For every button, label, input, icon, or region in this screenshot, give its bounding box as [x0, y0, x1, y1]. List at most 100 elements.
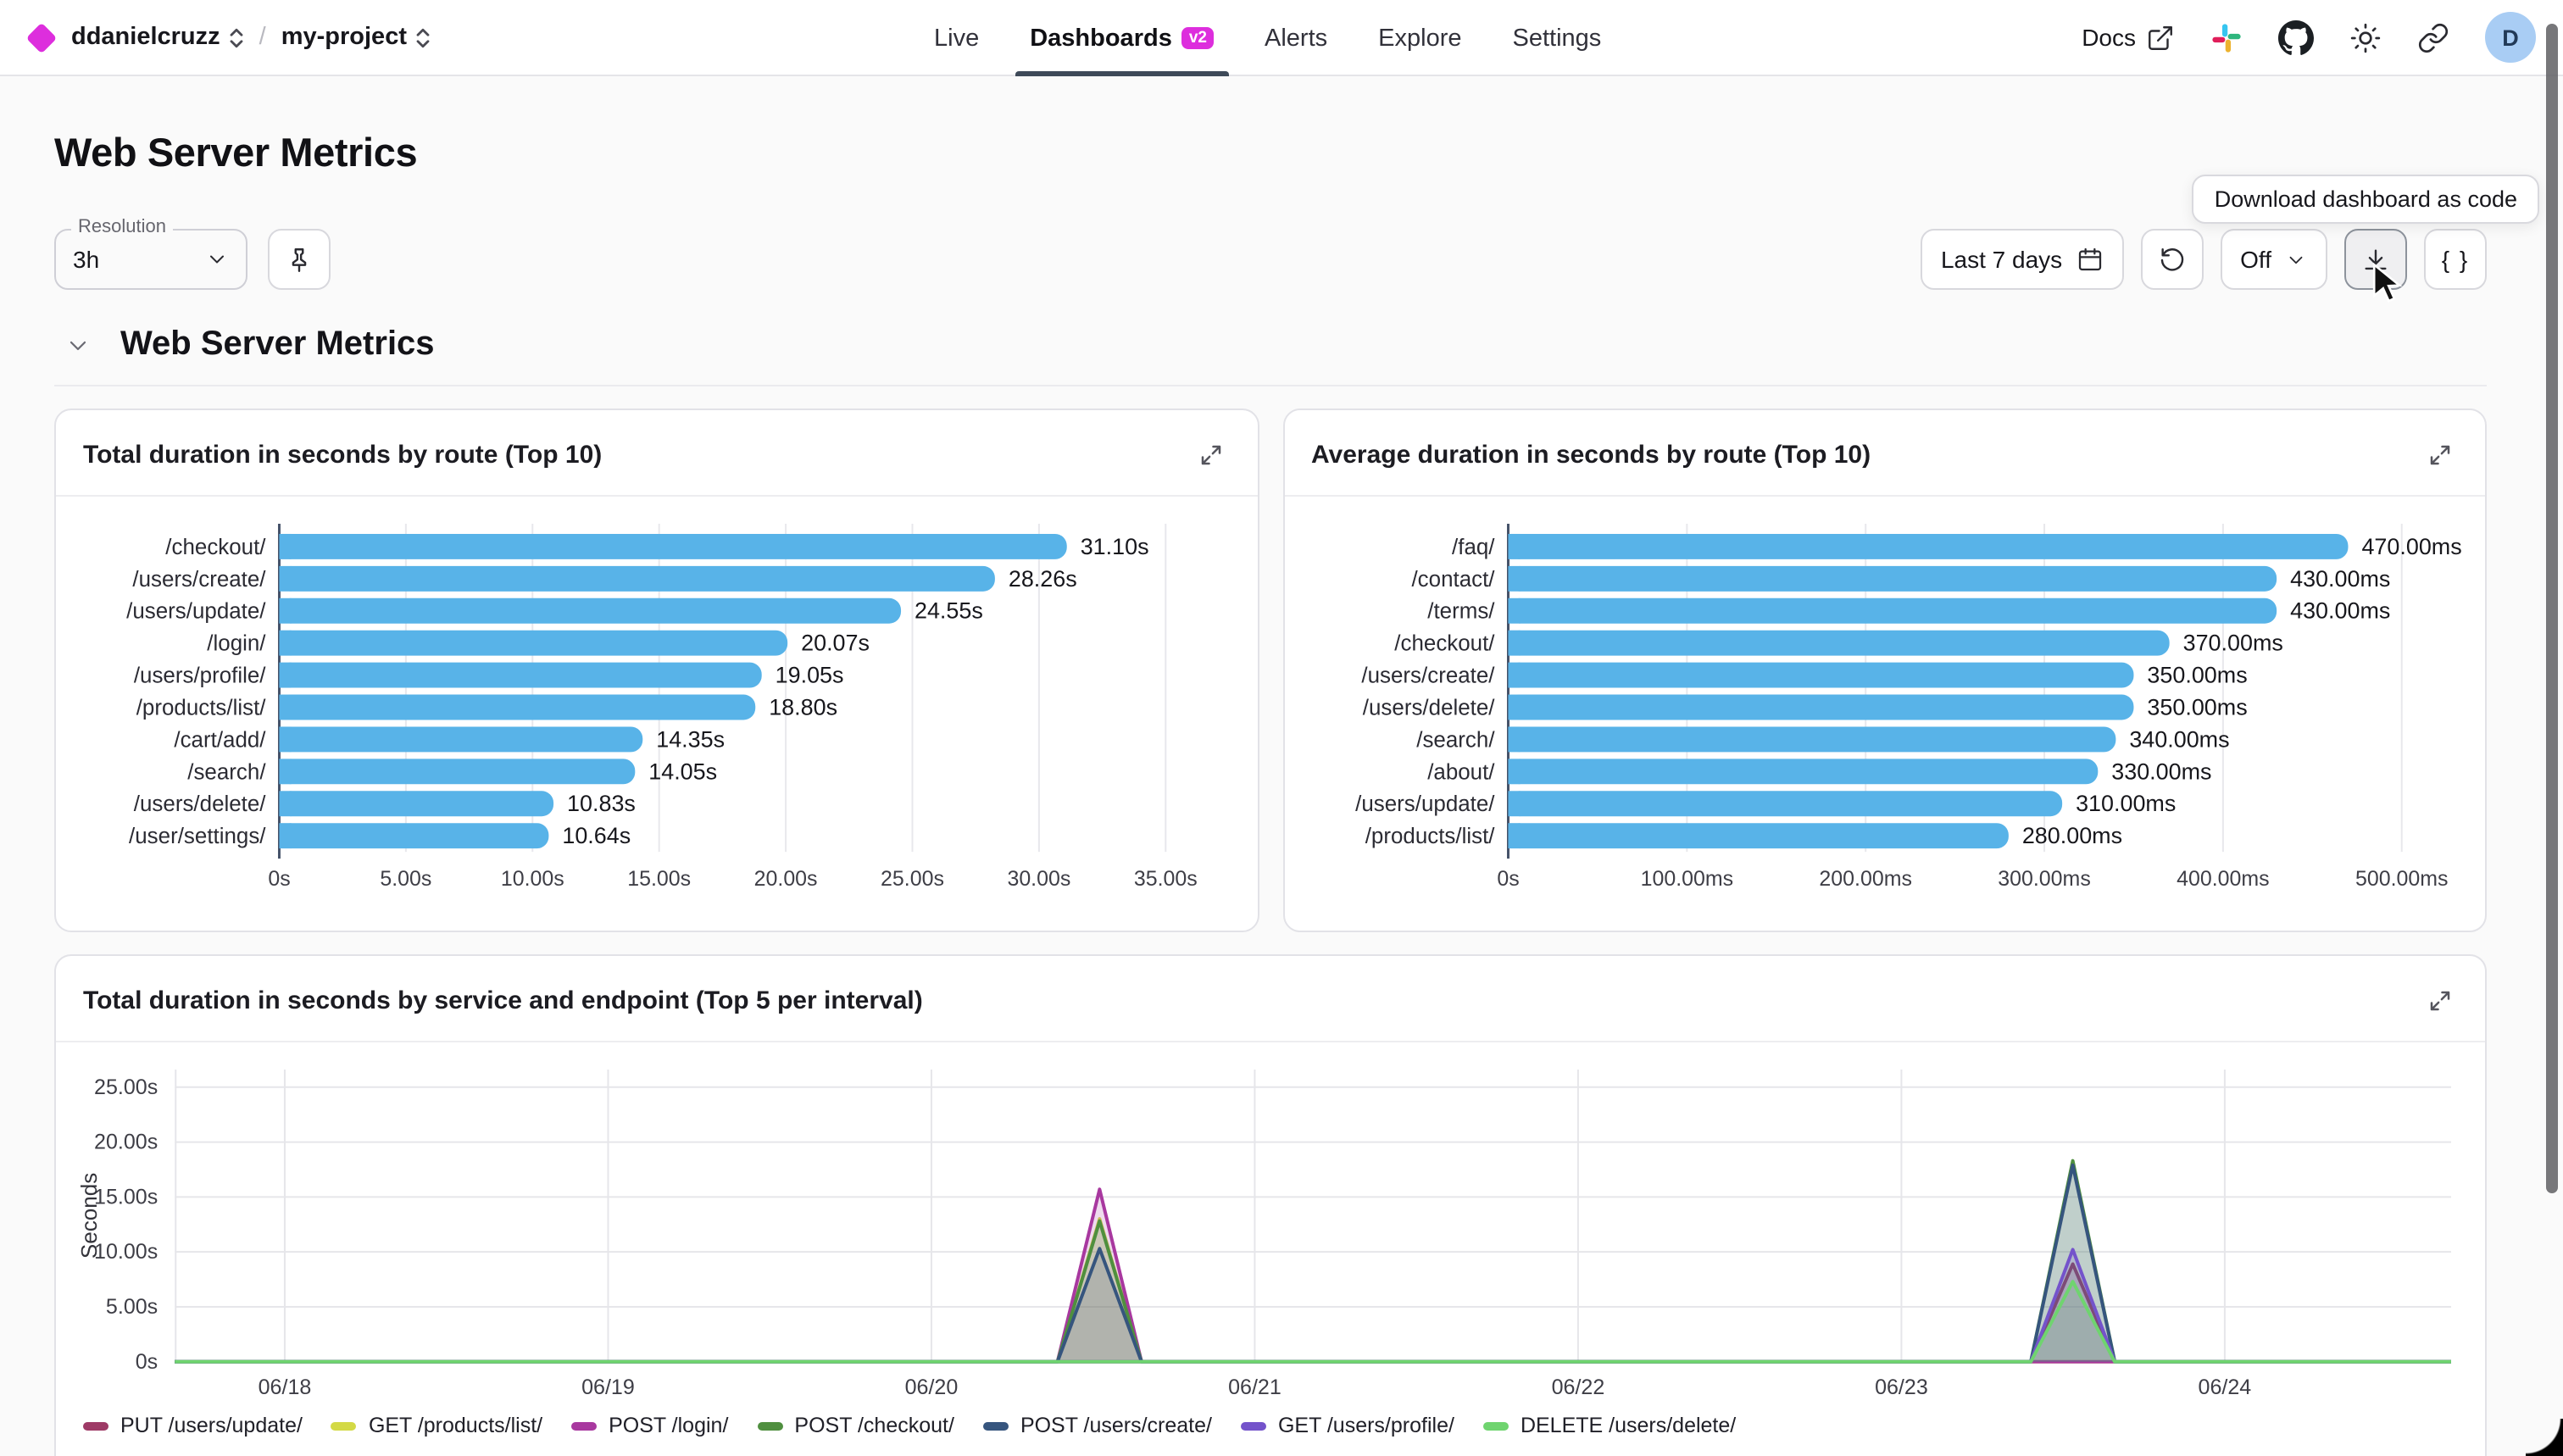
svg-text:/products/list/: /products/list/	[136, 696, 267, 720]
expand-icon	[1198, 442, 1224, 467]
svg-text:/products/list/: /products/list/	[1365, 825, 1495, 848]
panel-title: Average duration in seconds by route (To…	[1311, 440, 1871, 469]
legend-item[interactable]: POST /checkout/	[757, 1414, 954, 1438]
selector-caret-icon	[415, 26, 431, 48]
svg-text:20.07s: 20.07s	[801, 631, 870, 656]
svg-text:06/18: 06/18	[259, 1375, 312, 1399]
legend-item[interactable]: POST /users/create/	[983, 1414, 1212, 1438]
svg-text:14.35s: 14.35s	[656, 726, 725, 752]
tab-live[interactable]: Live	[915, 0, 998, 76]
svg-text:06/20: 06/20	[905, 1375, 959, 1399]
tab-settings[interactable]: Settings	[1494, 0, 1621, 76]
resolution-value: 3h	[73, 246, 99, 273]
tab-label: Live	[934, 25, 979, 52]
legend-item[interactable]: PUT /users/update/	[83, 1414, 303, 1438]
panel-total-duration-by-route: Total duration in seconds by route (Top …	[54, 408, 1259, 932]
brand-logo-icon	[26, 22, 58, 53]
area-chart-duration-timeline[interactable]: 0s5.00s10.00s15.00s20.00s25.00s06/1806/1…	[56, 1042, 2485, 1406]
legend-swatch	[1241, 1422, 1266, 1431]
expand-panel-button[interactable]	[2417, 978, 2461, 1022]
github-icon[interactable]	[2278, 19, 2314, 55]
svg-text:/users/create/: /users/create/	[132, 568, 266, 592]
legend-swatch	[571, 1422, 597, 1431]
topbar: ddanielcruzz / my-project Live Dashboards…	[0, 0, 2563, 76]
legend-label: GET /users/profile/	[1278, 1414, 1454, 1438]
tab-explore[interactable]: Explore	[1359, 0, 1480, 76]
download-dashboard-button[interactable]	[2344, 229, 2407, 290]
share-link-icon[interactable]	[2417, 21, 2449, 53]
legend-label: POST /login/	[609, 1414, 728, 1438]
legend-item[interactable]: GET /products/list/	[331, 1414, 542, 1438]
project-switcher[interactable]: my-project	[281, 24, 431, 51]
theme-sun-icon[interactable]	[2349, 21, 2382, 53]
tab-alerts[interactable]: Alerts	[1246, 0, 1346, 76]
svg-text:10.00s: 10.00s	[501, 867, 564, 891]
legend-label: GET /products/list/	[369, 1414, 542, 1438]
svg-text:10.00s: 10.00s	[94, 1240, 158, 1264]
legend-item[interactable]: POST /login/	[571, 1414, 728, 1438]
resolution-label: Resolution	[71, 217, 173, 237]
vertical-scrollbar[interactable]	[2546, 24, 2558, 1193]
svg-text:/users/create/: /users/create/	[1360, 664, 1494, 688]
dashboard-page: Web Server Metrics Resolution 3h Last 7 …	[0, 131, 2563, 1456]
time-range-value: Last 7 days	[1941, 246, 2062, 273]
svg-text:15.00s: 15.00s	[627, 867, 691, 891]
svg-text:500.00ms: 500.00ms	[2355, 867, 2448, 891]
svg-text:/login/: /login/	[207, 632, 266, 656]
tab-label: Dashboards	[1030, 25, 1172, 52]
controls-row: Resolution 3h Last 7 days Off	[54, 229, 2487, 290]
svg-text:/users/delete/: /users/delete/	[134, 792, 267, 816]
expand-icon	[2427, 987, 2452, 1013]
docs-link[interactable]: Docs	[2082, 23, 2175, 52]
svg-text:/about/: /about/	[1426, 760, 1494, 784]
svg-text:0s: 0s	[1496, 867, 1518, 891]
svg-text:28.26s: 28.26s	[1009, 566, 1077, 592]
braces-label: { }	[2442, 246, 2470, 273]
svg-text:/checkout/: /checkout/	[1393, 632, 1494, 656]
view-code-button[interactable]: { }	[2424, 229, 2487, 290]
bar-chart-average-duration[interactable]: 0s100.00ms200.00ms300.00ms400.00ms500.00…	[1284, 497, 2485, 899]
topbar-actions: Docs D	[2082, 12, 2536, 63]
svg-text:470.00ms: 470.00ms	[2360, 534, 2460, 559]
legend-swatch	[1483, 1422, 1509, 1431]
svg-text:30.00s: 30.00s	[1007, 867, 1070, 891]
refresh-button[interactable]	[2140, 229, 2203, 290]
svg-text:06/19: 06/19	[581, 1375, 635, 1399]
resolution-select[interactable]: Resolution 3h	[54, 229, 247, 290]
user-avatar[interactable]: D	[2485, 12, 2536, 63]
section-header[interactable]: Web Server Metrics	[54, 325, 2487, 386]
svg-text:300.00ms: 300.00ms	[1997, 867, 2090, 891]
svg-text:06/22: 06/22	[1552, 1375, 1605, 1399]
svg-text:18.80s: 18.80s	[769, 694, 837, 720]
time-range-button[interactable]: Last 7 days	[1921, 229, 2123, 290]
legend-item[interactable]: DELETE /users/delete/	[1483, 1414, 1736, 1438]
svg-text:5.00s: 5.00s	[380, 867, 431, 891]
svg-text:/users/update/: /users/update/	[126, 600, 266, 624]
chevron-down-icon	[2285, 248, 2307, 270]
breadcrumb: ddanielcruzz / my-project	[24, 24, 431, 51]
chevron-down-icon	[205, 247, 229, 271]
legend-label: PUT /users/update/	[120, 1414, 303, 1438]
app-window: ddanielcruzz / my-project Live Dashboards…	[0, 0, 2563, 1456]
svg-text:430.00ms: 430.00ms	[2289, 598, 2389, 624]
expand-panel-button[interactable]	[2417, 432, 2461, 476]
pin-dashboard-button[interactable]	[268, 229, 331, 290]
svg-text:Seconds: Seconds	[76, 1173, 102, 1259]
svg-text:06/23: 06/23	[1875, 1375, 1928, 1399]
svg-text:200.00ms: 200.00ms	[1818, 867, 1911, 891]
expand-panel-button[interactable]	[1189, 432, 1233, 476]
svg-text:15.00s: 15.00s	[94, 1185, 158, 1209]
panel-duration-by-service-endpoint: Total duration in seconds by service and…	[54, 954, 2487, 1456]
legend-label: POST /users/create/	[1020, 1414, 1212, 1438]
expand-icon	[2427, 442, 2452, 467]
slack-icon[interactable]	[2210, 21, 2243, 53]
panel-title: Total duration in seconds by service and…	[83, 986, 923, 1014]
org-switcher[interactable]: ddanielcruzz	[71, 24, 244, 51]
project-name: my-project	[281, 24, 407, 51]
legend-item[interactable]: GET /users/profile/	[1241, 1414, 1454, 1438]
tab-dashboards[interactable]: Dashboardsv2	[1011, 0, 1232, 76]
refresh-icon	[2157, 245, 2186, 274]
legend-swatch	[331, 1422, 357, 1431]
refresh-interval-select[interactable]: Off	[2220, 229, 2327, 290]
bar-chart-total-duration[interactable]: 0s5.00s10.00s15.00s20.00s25.00s30.00s35.…	[56, 497, 1257, 899]
